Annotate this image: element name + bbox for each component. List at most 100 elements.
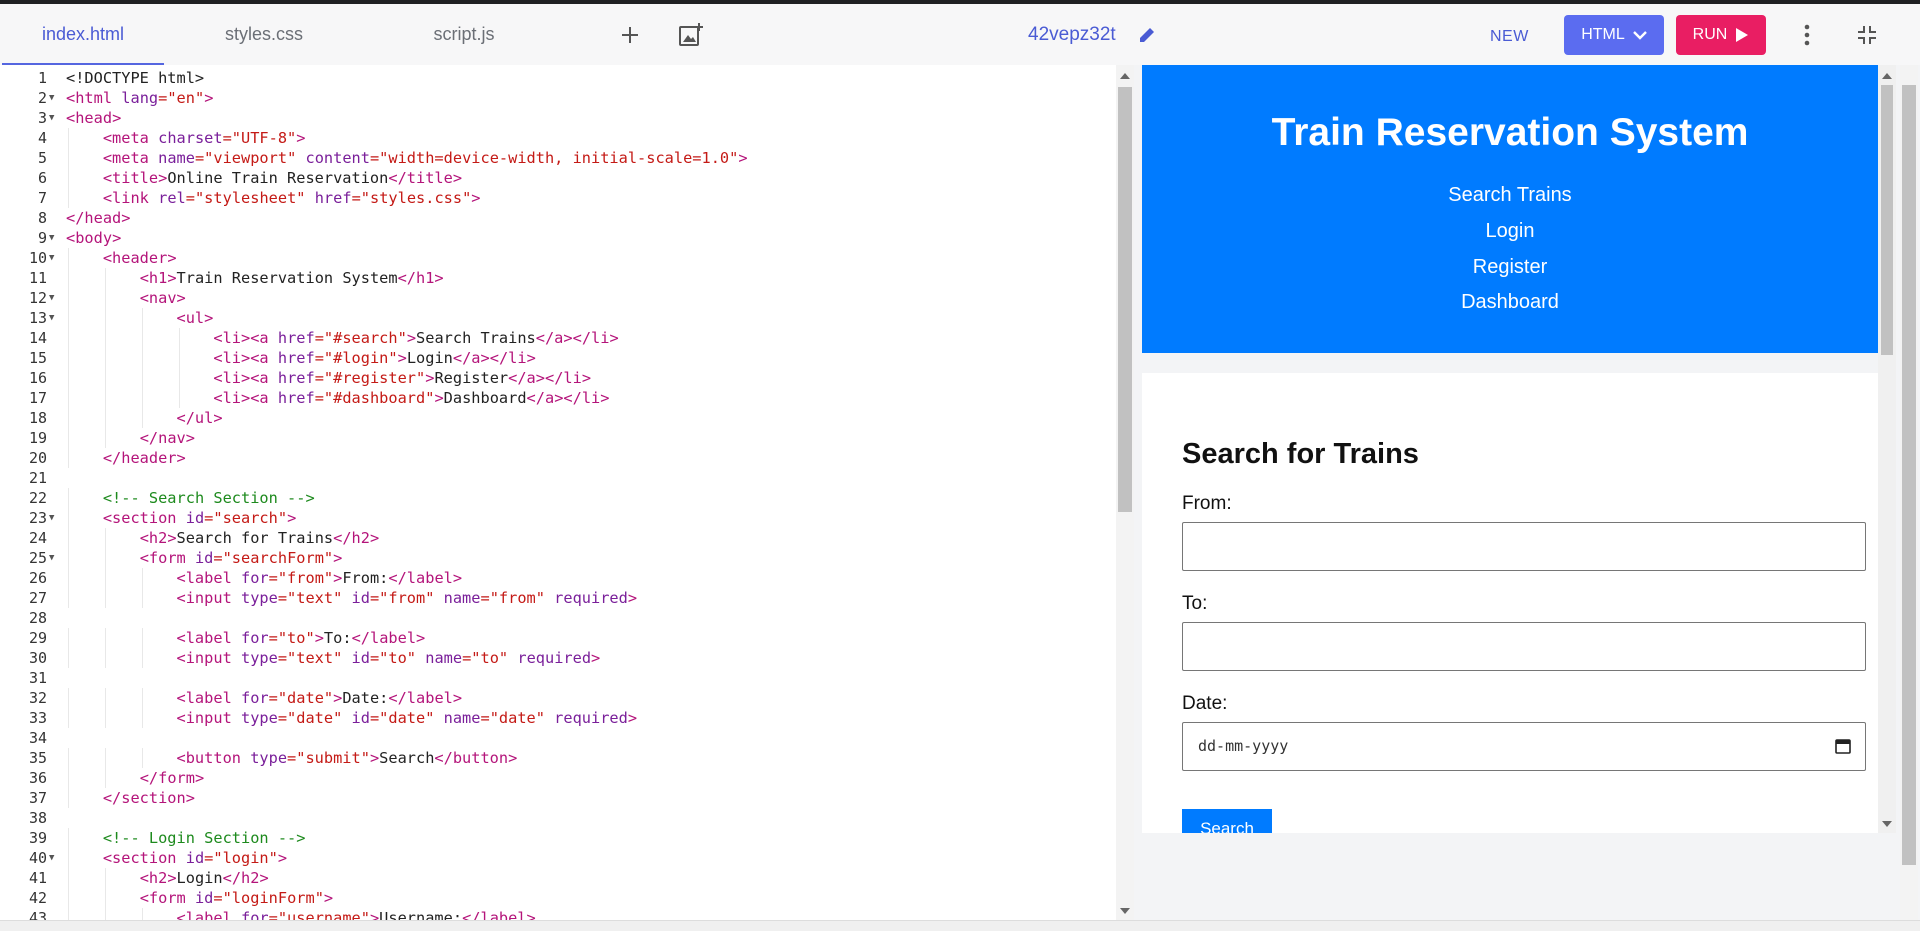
code-line[interactable]: 12 ▼ <nav>: [0, 288, 1110, 308]
code-line[interactable]: 17 <li><a href="#dashboard">Dashboard</a…: [0, 388, 1110, 408]
code-line[interactable]: 8 </head>: [0, 208, 1110, 228]
code-line[interactable]: 22 <!-- Search Section -->: [0, 488, 1110, 508]
preview-nav-dashboard[interactable]: Dashboard: [1142, 291, 1878, 314]
code-line[interactable]: 24 <h2>Search for Trains</h2>: [0, 528, 1110, 548]
scroll-up-arrow-icon[interactable]: [1120, 73, 1130, 79]
editor-scroll-thumb[interactable]: [1118, 87, 1132, 512]
pane-resize-handle[interactable]: [1134, 65, 1142, 920]
preview-search-button[interactable]: Search: [1182, 809, 1272, 833]
code-line[interactable]: 27 <input type="text" id="from" name="fr…: [0, 588, 1110, 608]
code-line[interactable]: 7 <link rel="stylesheet" href="styles.cs…: [0, 188, 1110, 208]
code-line[interactable]: 31: [0, 668, 1110, 688]
preview-nav-search-trains[interactable]: Search Trains: [1142, 184, 1878, 207]
line-number: 36: [28, 769, 47, 787]
fold-toggle-icon[interactable]: ▼: [49, 288, 57, 308]
calendar-icon[interactable]: [1835, 738, 1851, 754]
code-line[interactable]: 26 <label for="from">From:</label>: [0, 568, 1110, 588]
code-line[interactable]: 42 <form id="loginForm">: [0, 888, 1110, 908]
code-line[interactable]: 1 <!DOCTYPE html>: [0, 68, 1110, 88]
preview-from-input[interactable]: [1182, 522, 1866, 571]
fold-toggle-icon[interactable]: ▼: [49, 548, 57, 568]
code-line[interactable]: 15 <li><a href="#login">Login</a></li>: [0, 348, 1110, 368]
line-number: 28: [28, 609, 47, 627]
code-line[interactable]: 10 ▼ <header>: [0, 248, 1110, 268]
line-number: 5: [37, 149, 47, 167]
fold-toggle-icon[interactable]: ▼: [49, 228, 57, 248]
pencil-icon[interactable]: [1134, 22, 1160, 48]
preview-scroll-thumb[interactable]: [1881, 85, 1893, 355]
code-line[interactable]: 28: [0, 608, 1110, 628]
code-line[interactable]: 3 ▼ <head>: [0, 108, 1110, 128]
code-line[interactable]: 20 </header>: [0, 448, 1110, 468]
preview-nav-register[interactable]: Register: [1142, 256, 1878, 279]
line-number: 7: [37, 189, 47, 207]
page-scrollbar[interactable]: [1900, 65, 1918, 920]
code-line[interactable]: 6 <title>Online Train Reservation</title…: [0, 168, 1110, 188]
tab-index-html[interactable]: index.html: [2, 4, 164, 65]
preview-scroll-up-icon[interactable]: [1882, 73, 1892, 79]
code-text: <label for="to">To:</label>: [176, 629, 426, 647]
code-line[interactable]: 39 <!-- Login Section -->: [0, 828, 1110, 848]
code-line[interactable]: 13 ▼ <ul>: [0, 308, 1110, 328]
code-line[interactable]: 35 <button type="submit">Search</button>: [0, 748, 1110, 768]
code-line[interactable]: 29 <label for="to">To:</label>: [0, 628, 1110, 648]
preview-scrollbar[interactable]: [1878, 65, 1896, 833]
tab-script-js[interactable]: script.js: [364, 4, 564, 65]
code-editor[interactable]: 1 <!DOCTYPE html> 2 ▼ <html lang="en"> 3 ▼ <hea…: [0, 65, 1118, 920]
code-line[interactable]: 23 ▼ <section id="search">: [0, 508, 1110, 528]
run-button[interactable]: RUN: [1676, 15, 1766, 55]
code-line[interactable]: 5 <meta name="viewport" content="width=d…: [0, 148, 1110, 168]
code-line[interactable]: 43 <label for="username">Username:</labe…: [0, 908, 1110, 920]
code-line[interactable]: 40 ▼ <section id="login">: [0, 848, 1110, 868]
code-line[interactable]: 21: [0, 468, 1110, 488]
fold-toggle-icon[interactable]: ▼: [49, 88, 57, 108]
fold-toggle-icon[interactable]: ▼: [49, 308, 57, 328]
line-number: 12: [28, 289, 47, 307]
scroll-down-arrow-icon[interactable]: [1120, 908, 1130, 914]
line-number: 4: [37, 129, 47, 147]
line-number: 42: [28, 889, 47, 907]
code-line[interactable]: 16 <li><a href="#register">Register</a><…: [0, 368, 1110, 388]
code-line[interactable]: 38: [0, 808, 1110, 828]
line-number: 33: [28, 709, 47, 727]
preview-to-input[interactable]: [1182, 622, 1866, 671]
code-line[interactable]: 2 ▼ <html lang="en">: [0, 88, 1110, 108]
tab-styles-css[interactable]: styles.css: [164, 4, 364, 65]
code-line[interactable]: 32 <label for="date">Date:</label>: [0, 688, 1110, 708]
add-image-icon[interactable]: [674, 18, 708, 52]
code-line[interactable]: 11 <h1>Train Reservation System</h1>: [0, 268, 1110, 288]
preview-nav-login[interactable]: Login: [1142, 220, 1878, 243]
page-scroll-thumb[interactable]: [1902, 85, 1916, 865]
code-line[interactable]: 25 ▼ <form id="searchForm">: [0, 548, 1110, 568]
preview-scroll-down-icon[interactable]: [1882, 821, 1892, 827]
more-vertical-icon[interactable]: [1794, 20, 1820, 50]
editor-scrollbar[interactable]: [1116, 65, 1134, 920]
plus-icon[interactable]: [614, 20, 646, 50]
fold-toggle-icon[interactable]: ▼: [49, 248, 57, 268]
line-number: 38: [28, 809, 47, 827]
fold-toggle-icon[interactable]: ▼: [49, 848, 57, 868]
code-line[interactable]: 41 <h2>Login</h2>: [0, 868, 1110, 888]
code-text: <meta name="viewport" content="width=dev…: [102, 149, 748, 167]
code-text: <section id="login">: [102, 849, 288, 867]
code-line[interactable]: 18 </ul>: [0, 408, 1110, 428]
code-line[interactable]: 30 <input type="text" id="to" name="to" …: [0, 648, 1110, 668]
code-line[interactable]: 9 ▼ <body>: [0, 228, 1110, 248]
collapse-icon[interactable]: [1852, 20, 1882, 50]
preview-date-input[interactable]: dd-mm-yyyy: [1182, 722, 1866, 771]
project-name[interactable]: 42vepz32t: [1028, 4, 1116, 65]
code-line[interactable]: 33 <input type="date" id="date" name="da…: [0, 708, 1110, 728]
code-line[interactable]: 19 </nav>: [0, 428, 1110, 448]
fold-toggle-icon[interactable]: ▼: [49, 108, 57, 128]
code-line[interactable]: 34: [0, 728, 1110, 748]
code-line[interactable]: 36 </form>: [0, 768, 1110, 788]
code-line[interactable]: 37 </section>: [0, 788, 1110, 808]
preview-from-label: From:: [1182, 493, 1232, 514]
language-select-button[interactable]: HTML: [1564, 15, 1664, 55]
code-text: <li><a href="#register">Register</a></li…: [213, 369, 592, 387]
code-line[interactable]: 4 <meta charset="UTF-8">: [0, 128, 1110, 148]
new-button[interactable]: NEW: [1490, 22, 1529, 52]
code-line[interactable]: 14 <li><a href="#search">Search Trains</…: [0, 328, 1110, 348]
line-number: 40: [28, 849, 47, 867]
fold-toggle-icon[interactable]: ▼: [49, 508, 57, 528]
